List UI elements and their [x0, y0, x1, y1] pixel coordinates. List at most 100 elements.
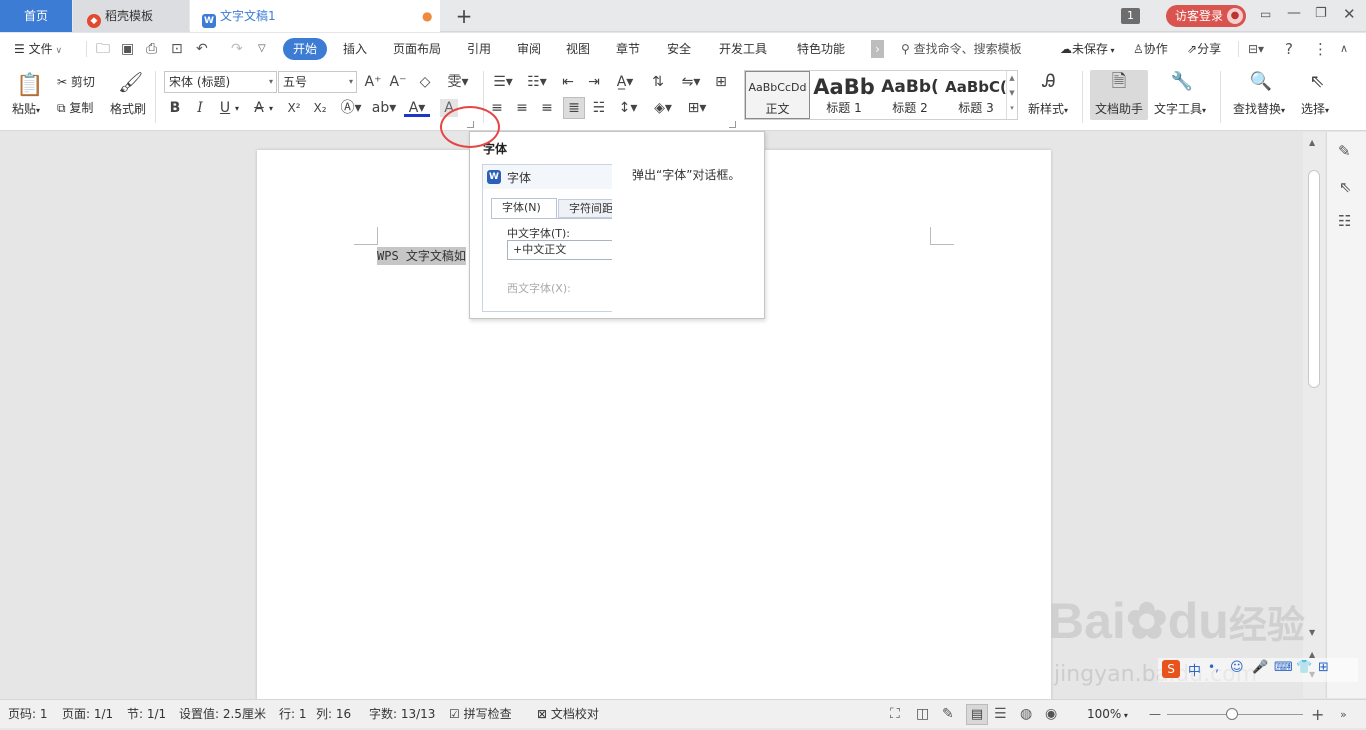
- minimize-icon[interactable]: —: [1287, 5, 1307, 21]
- border-icon[interactable]: ⊞▾: [684, 99, 710, 117]
- tab-daoke-templates[interactable]: ◆ 稻壳模板: [73, 0, 189, 32]
- style-heading-2[interactable]: AaBb( 标题 2: [877, 71, 943, 119]
- wrench-icon[interactable]: 🔧: [1170, 73, 1194, 97]
- decrease-font-icon[interactable]: A⁻: [389, 73, 407, 91]
- page-view-icon[interactable]: ▤: [966, 704, 988, 725]
- cut-button[interactable]: ✂ 剪切: [57, 74, 95, 90]
- doc-proofread-button[interactable]: ⊠ 文档校对: [537, 700, 599, 729]
- close-icon[interactable]: ✕: [1343, 5, 1363, 23]
- unsaved-status[interactable]: ☁未保存 ▾: [1060, 33, 1115, 65]
- table-grid-icon[interactable]: ⊞: [712, 73, 730, 91]
- select-button[interactable]: 选择▾: [1301, 101, 1329, 119]
- select-cursor-icon[interactable]: ⇖: [1306, 73, 1328, 97]
- style-heading-3[interactable]: AaBbC( 标题 3: [943, 71, 1009, 119]
- status-row[interactable]: 行: 1: [279, 700, 307, 729]
- help-button[interactable]: ?: [1285, 33, 1293, 65]
- copy-button[interactable]: ⧉ 复制: [57, 100, 93, 116]
- text-tools-button[interactable]: 文字工具▾: [1154, 101, 1206, 119]
- preview-icon[interactable]: ⊡: [171, 33, 183, 65]
- format-painter-icon[interactable]: 🖌: [118, 72, 143, 97]
- align-right-icon[interactable]: ≡: [538, 99, 556, 117]
- doc-helper-button[interactable]: 🗎 文档助手: [1090, 70, 1148, 120]
- line-spacing-icon[interactable]: ↕▾: [615, 99, 641, 117]
- zoom-out-button[interactable]: —: [1149, 700, 1161, 729]
- restore-icon[interactable]: ❐: [1315, 6, 1335, 21]
- new-style-icon[interactable]: Ꭿ: [1036, 73, 1062, 95]
- menu-tab-review[interactable]: 审阅: [517, 33, 541, 65]
- status-column[interactable]: 列: 16: [316, 700, 351, 729]
- strikethrough-button[interactable]: A: [250, 99, 268, 117]
- menu-tab-chapter[interactable]: 章节: [616, 33, 640, 65]
- status-word-count[interactable]: 字数: 13/13: [369, 700, 435, 729]
- vertical-scrollbar[interactable]: ▲ ▼ ▲ ▼: [1303, 132, 1325, 698]
- bullet-list-icon[interactable]: ☰▾: [490, 73, 516, 91]
- style-normal[interactable]: AaBbCcDd 正文: [745, 71, 810, 119]
- collaborate-button[interactable]: ♙协作: [1133, 33, 1168, 65]
- next-page-icon[interactable]: ▼: [1309, 670, 1315, 679]
- write-mode-icon[interactable]: ✎: [942, 700, 954, 729]
- paste-button[interactable]: 粘贴▾: [12, 101, 40, 119]
- show-hide-marks-icon[interactable]: ⇋▾: [678, 73, 704, 91]
- decrease-indent-icon[interactable]: ⇤: [559, 73, 577, 91]
- scroll-thumb[interactable]: [1308, 170, 1320, 388]
- styles-scroll-icon[interactable]: ▲ ▼ ▾: [1006, 71, 1017, 119]
- increase-font-icon[interactable]: A⁺: [364, 73, 382, 91]
- menu-tab-security[interactable]: 安全: [667, 33, 691, 65]
- read-mode-icon[interactable]: ◫: [916, 700, 929, 729]
- chevron-down-icon[interactable]: ▾: [235, 101, 239, 117]
- zoom-level[interactable]: 100% ▾: [1087, 700, 1128, 729]
- new-style-button[interactable]: 新样式▾: [1028, 101, 1068, 119]
- find-replace-icon[interactable]: 🔍: [1249, 73, 1273, 97]
- find-replace-button[interactable]: 查找替换▾: [1233, 101, 1285, 119]
- status-pages[interactable]: 页面: 1/1: [62, 700, 113, 729]
- edit-pen-icon[interactable]: ✎: [1338, 142, 1351, 160]
- prev-page-icon[interactable]: ▲: [1309, 650, 1315, 659]
- menu-scroll-right-button[interactable]: ›: [871, 40, 884, 58]
- eye-protection-icon[interactable]: ◉: [1045, 700, 1057, 729]
- save-icon[interactable]: ▣: [121, 33, 134, 65]
- italic-button[interactable]: I: [191, 99, 209, 117]
- clear-format-icon[interactable]: ◇: [416, 73, 434, 91]
- font-color-icon[interactable]: A▾: [404, 99, 430, 117]
- highlight-icon[interactable]: ab▾: [371, 99, 397, 117]
- subscript-button[interactable]: X₂: [309, 99, 331, 117]
- adjust-settings-icon[interactable]: ☷: [1338, 212, 1351, 230]
- increase-indent-icon[interactable]: ⇥: [585, 73, 603, 91]
- menu-tab-developer[interactable]: 开发工具: [719, 33, 767, 65]
- undo-icon[interactable]: ↶: [196, 33, 208, 65]
- fullscreen-icon[interactable]: ⛶: [890, 700, 900, 729]
- menu-tab-page-layout[interactable]: 页面布局: [393, 33, 441, 65]
- menu-tab-view[interactable]: 视图: [566, 33, 590, 65]
- outline-view-icon[interactable]: ☰: [994, 700, 1007, 729]
- share-button[interactable]: ⇗分享: [1187, 33, 1221, 65]
- tab-home[interactable]: 首页: [0, 0, 72, 32]
- guest-login-button[interactable]: 访客登录 ●: [1166, 5, 1246, 27]
- zoom-in-button[interactable]: +: [1311, 700, 1324, 729]
- menu-tab-start[interactable]: 开始: [283, 38, 328, 60]
- tab-document[interactable]: W 文字文稿1 ●: [190, 0, 440, 32]
- menu-tab-insert[interactable]: 插入: [343, 33, 367, 65]
- status-setting[interactable]: 设置值: 2.5厘米: [179, 700, 266, 729]
- print-preview-icon[interactable]: ⎙: [146, 33, 157, 65]
- file-menu[interactable]: ☰ 文件 ∨: [14, 33, 62, 65]
- sort-icon[interactable]: ⇅: [649, 73, 667, 91]
- toolbar-settings-icon[interactable]: ⊟▾: [1248, 33, 1264, 65]
- paragraph-dialog-launcher-icon[interactable]: [729, 121, 736, 128]
- menu-tab-references[interactable]: 引用: [467, 33, 491, 65]
- numbered-list-icon[interactable]: ☷▾: [524, 73, 550, 91]
- font-name-select[interactable]: 宋体 (标题) ▾: [164, 71, 277, 93]
- chevron-down-icon[interactable]: ▾: [269, 101, 273, 117]
- zoom-slider-thumb[interactable]: [1226, 708, 1238, 720]
- underline-button[interactable]: U: [216, 99, 234, 117]
- menu-tab-features[interactable]: 特色功能: [797, 33, 845, 65]
- search-command[interactable]: ⚲ 查找命令、搜索模板: [901, 33, 1022, 65]
- collapse-ribbon-icon[interactable]: ∧: [1340, 33, 1348, 65]
- open-icon[interactable]: 🗀: [96, 33, 110, 65]
- status-more-icon[interactable]: »: [1340, 700, 1347, 729]
- chinese-layout-icon[interactable]: A̲▾: [612, 73, 638, 91]
- new-tab-button[interactable]: +: [452, 0, 476, 32]
- text-effect-icon[interactable]: Ⓐ▾: [338, 99, 364, 117]
- font-size-select[interactable]: 五号 ▾: [278, 71, 357, 93]
- align-center-icon[interactable]: ≡: [513, 99, 531, 117]
- cursor-select-icon[interactable]: ⇖: [1339, 178, 1352, 196]
